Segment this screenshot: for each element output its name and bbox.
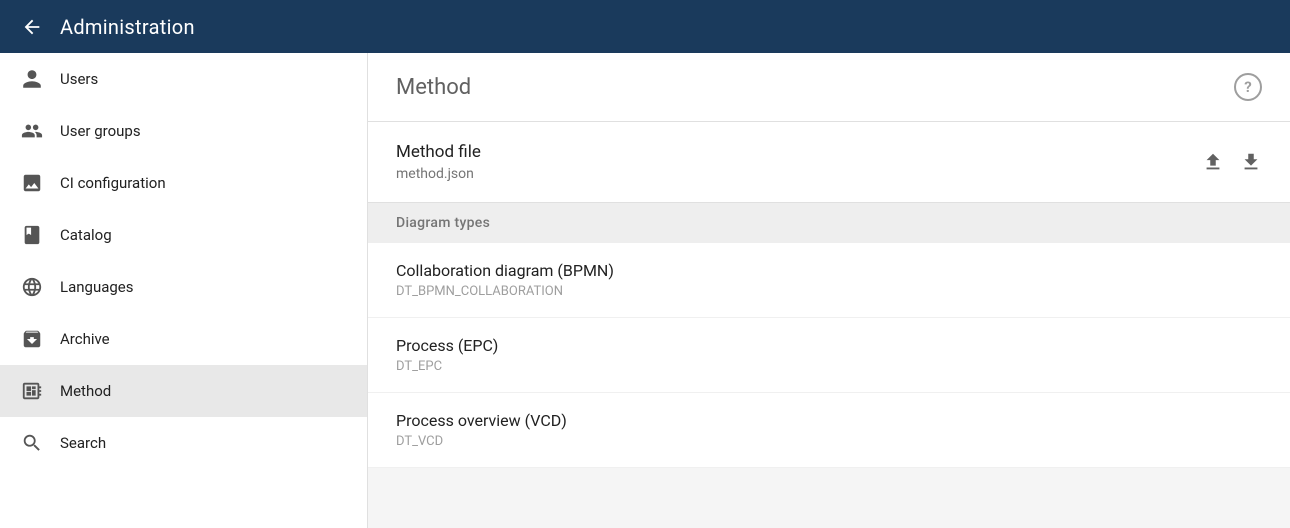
help-icon: ? — [1244, 78, 1251, 96]
diagram-item-epc-title: Process (EPC) — [396, 336, 1262, 355]
method-file-name: method.json — [396, 166, 481, 182]
sidebar-item-languages[interactable]: Languages — [0, 261, 367, 313]
search-icon — [20, 431, 44, 455]
download-button[interactable] — [1240, 151, 1262, 173]
diagram-item-vcd[interactable]: Process overview (VCD) DT_VCD — [368, 393, 1290, 468]
sidebar-item-users-label: Users — [60, 70, 98, 88]
sidebar-item-catalog-label: Catalog — [60, 226, 112, 244]
content-header: Method ? — [368, 53, 1290, 122]
content-title: Method — [396, 75, 471, 100]
content-area: Method ? Method file method.json — [368, 53, 1290, 528]
globe-icon — [20, 275, 44, 299]
sidebar-item-ci-configuration[interactable]: CI configuration — [0, 157, 367, 209]
diagram-types-label: Diagram types — [396, 215, 490, 231]
diagram-item-bpmn[interactable]: Collaboration diagram (BPMN) DT_BPMN_COL… — [368, 243, 1290, 318]
book-icon — [20, 223, 44, 247]
method-file-actions — [1202, 151, 1262, 173]
archive-icon — [20, 327, 44, 351]
diagram-types-header: Diagram types — [368, 203, 1290, 243]
upload-button[interactable] — [1202, 151, 1224, 173]
diagram-item-bpmn-title: Collaboration diagram (BPMN) — [396, 261, 1262, 280]
sidebar-item-user-groups-label: User groups — [60, 122, 141, 140]
sidebar-item-user-groups[interactable]: User groups — [0, 105, 367, 157]
sidebar-item-ci-configuration-label: CI configuration — [60, 174, 166, 192]
method-file-label: Method file — [396, 142, 481, 162]
method-file-info: Method file method.json — [396, 142, 481, 182]
diagram-item-epc-code: DT_EPC — [396, 359, 1262, 374]
sidebar-item-method-label: Method — [60, 382, 111, 400]
group-icon — [20, 119, 44, 143]
diagram-item-epc[interactable]: Process (EPC) DT_EPC — [368, 318, 1290, 393]
method-file-section: Method file method.json — [368, 122, 1290, 203]
sidebar-item-method[interactable]: Method — [0, 365, 367, 417]
sidebar-item-catalog[interactable]: Catalog — [0, 209, 367, 261]
diagram-item-bpmn-code: DT_BPMN_COLLABORATION — [396, 284, 1262, 299]
app-header: Administration — [0, 0, 1290, 53]
sidebar-item-archive[interactable]: Archive — [0, 313, 367, 365]
sidebar-item-users[interactable]: Users — [0, 53, 367, 105]
sidebar: Users User groups CI configuration Catal… — [0, 53, 368, 528]
app-title: Administration — [60, 15, 195, 39]
sidebar-item-archive-label: Archive — [60, 330, 110, 348]
image-icon — [20, 171, 44, 195]
sitemap-icon — [20, 379, 44, 403]
diagram-item-vcd-code: DT_VCD — [396, 434, 1262, 449]
diagram-item-vcd-title: Process overview (VCD) — [396, 411, 1262, 430]
person-icon — [20, 67, 44, 91]
back-button[interactable] — [16, 11, 48, 43]
help-button[interactable]: ? — [1234, 73, 1262, 101]
sidebar-item-search[interactable]: Search — [0, 417, 367, 469]
sidebar-item-search-label: Search — [60, 434, 106, 452]
sidebar-item-languages-label: Languages — [60, 278, 134, 296]
main-layout: Users User groups CI configuration Catal… — [0, 53, 1290, 528]
